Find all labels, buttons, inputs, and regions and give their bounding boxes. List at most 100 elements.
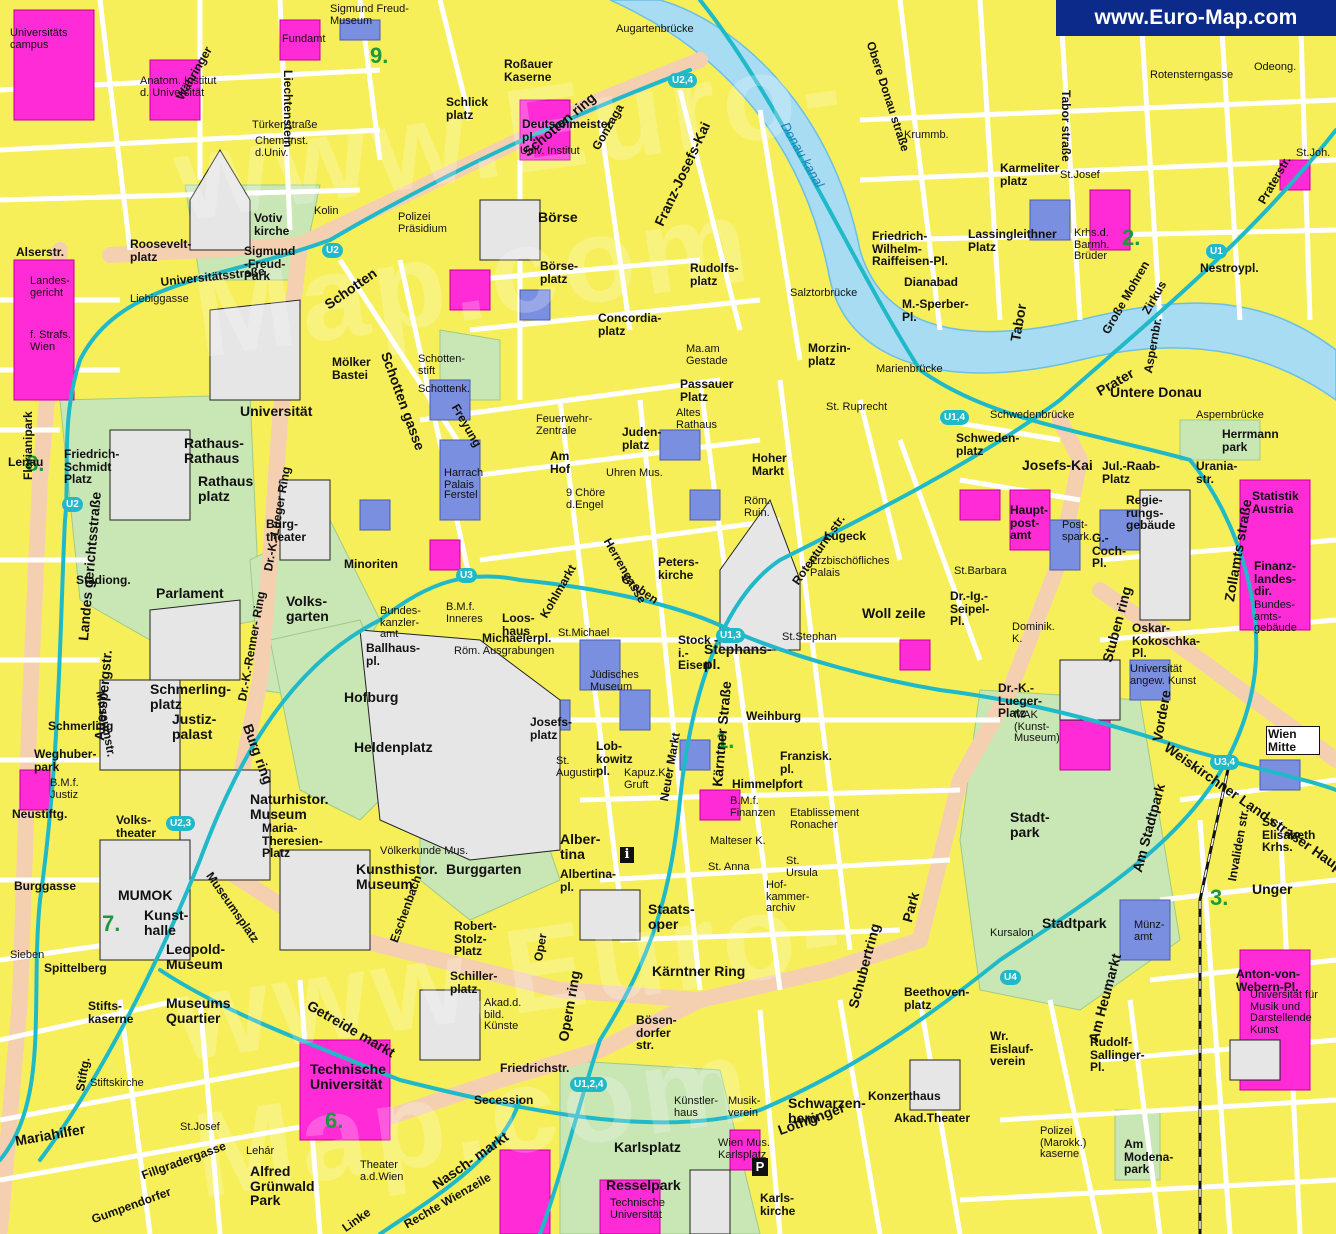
label-concordiaplatz: Concordia- platz — [598, 311, 662, 338]
metro-badge-u4-stadtpark[interactable]: U4 — [1000, 970, 1021, 985]
label-rathaus: Rathaus- Rathaus — [184, 435, 244, 466]
label-hofkammerarchiv: Hof- kammer- archiv — [766, 879, 810, 915]
label-theater-an-der-wien: Theater a.d.Wien — [360, 1159, 404, 1183]
label-st-stephan: St.Stephan — [782, 631, 837, 643]
label-rom-ruin: Röm. Ruin. — [744, 495, 771, 519]
label-munzamt: Münz- amt — [1134, 919, 1165, 943]
label-hoher-markt: Hoher Markt — [752, 451, 787, 478]
label-altes-rathaus: Altes Rathaus — [676, 407, 717, 431]
label-dr-ig-seipel: Dr.-Ig.- Seipel- Pl. — [950, 589, 990, 629]
label-karntner-ring: Kärntner Ring — [652, 963, 746, 979]
label-odeongasse: Odeong. — [1254, 61, 1297, 73]
label-alserstr: Alserstr. — [16, 245, 65, 259]
label-rom-ausgrabungen: Röm. Ausgrabungen — [454, 645, 555, 657]
label-stock-im-eisen: Stock -i.-Eisen — [678, 633, 719, 673]
metro-badge-u2-schottentor[interactable]: U2 — [322, 243, 343, 258]
label-univ-musik: Universität für Musik und Darstellende K… — [1250, 989, 1318, 1036]
label-statistik-austria: Statistik Austria — [1252, 489, 1299, 516]
label-schwedenplatz: Schweden- platz — [956, 431, 1020, 458]
label-morzinplatz: Morzin- platz — [808, 341, 851, 368]
metro-badge-u23-volkstheater[interactable]: U2,3 — [166, 816, 196, 831]
label-porzellangasse: Liechtenstein — [281, 70, 295, 148]
label-lehar: Lehár — [246, 1145, 275, 1157]
label-votivkirche: Votiv kirche — [254, 211, 290, 238]
tourist-info-icon[interactable]: i — [620, 847, 634, 863]
label-friedrich-wilhelm: Friedrich- Wilhelm- Raiffeisen-Pl. — [872, 229, 949, 269]
label-harrach-palais: Harrach Palais — [444, 467, 484, 491]
label-aspernbrucke: Aspernbrücke — [1196, 409, 1264, 421]
label-albertinaplatz: Albertina- pl. — [560, 867, 617, 894]
metro-badge-u24-north[interactable]: U2,4 — [668, 73, 698, 88]
label-schillerplatz: Schiller- platz — [450, 969, 498, 996]
label-weghuberpark: Weghuber- park — [34, 747, 97, 774]
city-map[interactable]: www.Euro-Map.com www.Euro-Map.com www.Eu… — [0, 0, 1336, 1234]
label-taborstrasse: Tabor straße — [1059, 90, 1073, 162]
label-burggarten: Burggarten — [446, 861, 522, 877]
label-uhren-mus: Uhren Mus. — [606, 467, 663, 479]
label-augartenbrucke: Augartenbrücke — [616, 23, 694, 35]
label-himmelpfort: Himmelpfort — [732, 777, 803, 791]
label-karlskirche: Karls- kirche — [760, 1191, 796, 1218]
label-kunsthalle: Kunst- halle — [144, 907, 189, 938]
label-musikverein: Musik- verein — [728, 1095, 761, 1119]
metro-badge-u124-karlsplatz[interactable]: U1,2,4 — [570, 1077, 608, 1092]
label-neun-chore: 9 Chöre d.Engel — [566, 487, 606, 511]
label-st-josef-2: St.Josef — [180, 1121, 220, 1133]
metro-badge-u34-wien-mitte[interactable]: U3,4 — [1210, 755, 1240, 770]
label-malteser-k: Malteser K. — [710, 835, 766, 847]
label-bmf-finanzen: B.M.f. Finanzen — [730, 795, 776, 819]
label-siebensterngasse: Sieben — [10, 949, 45, 961]
district-9: 9. — [370, 43, 389, 68]
label-heldenplatz: Heldenplatz — [354, 739, 433, 755]
metro-badge-u2-rathaus[interactable]: U2 — [62, 497, 83, 512]
label-borseplatz: Börse- platz — [540, 259, 579, 286]
label-rathausplatz: Rathaus platz — [198, 473, 254, 504]
brand-banner[interactable]: www.Euro-Map.com — [1056, 0, 1336, 36]
label-ruprecht: St. Ruprecht — [826, 401, 888, 413]
label-bosendorfer: Bösen- dorfer str. — [636, 1013, 677, 1053]
label-passauer-platz: Passauer Platz — [680, 377, 734, 404]
label-polizei-prasidium: Polizei Präsidium — [398, 211, 447, 235]
label-sigmund-freud-museum: Sigmund Freud-Museum — [330, 3, 409, 27]
label-secession: Secession — [474, 1093, 534, 1107]
label-technische-universitat: Technische Universität — [310, 1061, 386, 1092]
label-technische-universitat2: Technische Universität — [610, 1197, 666, 1221]
label-minoriten: Minoriten — [344, 557, 398, 571]
borse-drawing — [479, 199, 541, 261]
label-friedrich-schmidt: Friedrich- Schmidt Platz — [64, 447, 120, 487]
label-polizei-marokkaner: Polizei (Marokk.) kaserne — [1040, 1125, 1087, 1161]
label-g-coch-pl: G.-Coch- Pl. — [1092, 531, 1126, 571]
label-judisches-museum: Jüdisches Museum — [590, 669, 639, 693]
label-schmerlingpl: Schmerling — [48, 719, 114, 733]
label-dominikaner: Dominik. K. — [1012, 621, 1055, 645]
label-stiftskaserne: Stifts- kaserne — [88, 999, 134, 1026]
label-friedrichstr: Friedrichstr. — [500, 1061, 570, 1075]
universitat-drawing — [209, 299, 301, 401]
label-stiftskirche: Stiftskirche — [90, 1077, 144, 1089]
label-weihburg: Weihburg — [746, 709, 802, 723]
label-universitat: Universität — [240, 403, 313, 419]
label-schottenkirche: Schottenk. — [418, 383, 470, 395]
label-wien-museum: Wien Mus. Karlsplatz — [718, 1137, 770, 1161]
label-untere-donau: Untere Donau — [1110, 384, 1202, 400]
metro-badge-u14-schwedenplatz[interactable]: U1,4 — [940, 410, 970, 425]
label-julius-raab-platz: Jul.-Raab- Platz — [1102, 459, 1161, 486]
label-urania: Urania- str. — [1196, 459, 1238, 486]
label-spittelberg: Spittelberg — [44, 961, 107, 975]
label-universitat-angew: Universität angew. Kunst — [1130, 663, 1197, 687]
label-etablissement-ronacher: Etablissement Ronacher — [790, 807, 860, 831]
label-molkerbastei: Mölker Bastei — [332, 355, 371, 382]
label-kunsthistor-museum: Kunsthistor. Museum — [356, 861, 438, 892]
label-schwedenbrucke: Schwedenbrücke — [990, 409, 1075, 421]
label-volksgarten: Volks- garten — [286, 593, 329, 624]
metro-badge-u1-nestroyplatz[interactable]: U1 — [1206, 244, 1227, 259]
label-rooseveltplatz: Roosevelt- platz — [130, 237, 192, 264]
label-franziskaner-platz: Franzisk. pl. — [780, 749, 833, 776]
stadtpark-kursalon-drawing — [1229, 1039, 1281, 1081]
metro-badge-u3-herrengasse[interactable]: U3 — [456, 568, 477, 583]
label-stadiongasse: Stadiong. — [76, 573, 131, 587]
label-st-michael: St.Michael — [558, 627, 610, 639]
label-stadtpark: Stadt- park — [1010, 809, 1050, 840]
label-akad-bild-kunste: Akad.d. bild. Künste — [484, 997, 522, 1033]
label-st-barbara: St.Barbara — [954, 565, 1007, 577]
